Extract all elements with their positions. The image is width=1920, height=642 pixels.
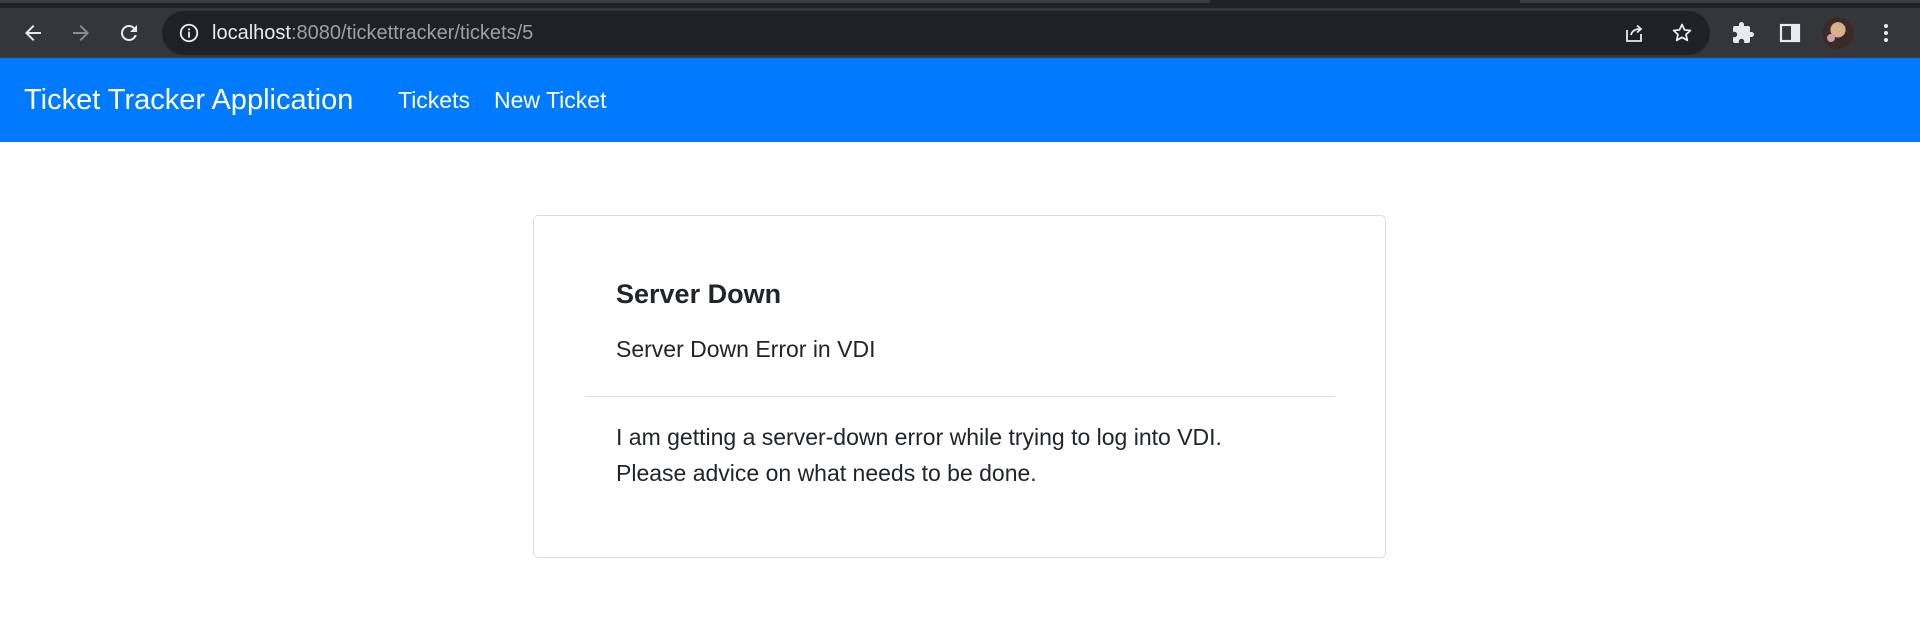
ticket-content-line: I am getting a server-down error while t…	[616, 424, 1222, 450]
url-host: localhost	[212, 22, 291, 44]
tab-strip	[0, 0, 1920, 8]
ticket-content: I am getting a server-down error while t…	[616, 419, 1336, 491]
back-button[interactable]	[14, 14, 52, 52]
navbar-brand[interactable]: Ticket Tracker Application	[24, 82, 353, 118]
address-bar[interactable]: localhost:8080/tickettracker/tickets/5	[162, 11, 1710, 55]
ticket-card: Server Down Server Down Error in VDI I a…	[533, 215, 1386, 558]
side-panel-icon[interactable]	[1778, 21, 1802, 45]
ticket-short-description: Server Down Error in VDI	[616, 336, 876, 362]
app-navbar: Ticket Tracker Application Tickets New T…	[0, 58, 1920, 142]
forward-icon	[73, 25, 89, 41]
nav-link-new-ticket[interactable]: New Ticket	[494, 86, 606, 114]
url-text[interactable]: localhost:8080/tickettracker/tickets/5	[212, 21, 533, 45]
reload-icon	[120, 24, 137, 41]
share-icon[interactable]	[1622, 21, 1646, 45]
more-menu-icon[interactable]	[1874, 21, 1898, 45]
site-info-icon[interactable]	[178, 22, 200, 44]
profile-avatar[interactable]	[1822, 17, 1854, 49]
ticket-content-line: Please advice on what needs to be done.	[616, 460, 1037, 486]
reload-button[interactable]	[110, 14, 148, 52]
tab-edge	[1520, 0, 1920, 3]
browser-toolbar: localhost:8080/tickettracker/tickets/5	[0, 8, 1920, 58]
bookmark-star-icon[interactable]	[1670, 21, 1694, 45]
extensions-icon[interactable]	[1731, 21, 1755, 45]
browser-chrome: localhost:8080/tickettracker/tickets/5	[0, 0, 1920, 58]
forward-button[interactable]	[62, 14, 100, 52]
card-divider	[586, 396, 1335, 397]
tab-edge	[0, 0, 1210, 3]
back-icon	[25, 25, 41, 41]
url-path: :8080/tickettracker/tickets/5	[290, 22, 534, 44]
ticket-title: Server Down	[616, 279, 782, 309]
nav-link-tickets[interactable]: Tickets	[398, 86, 470, 114]
